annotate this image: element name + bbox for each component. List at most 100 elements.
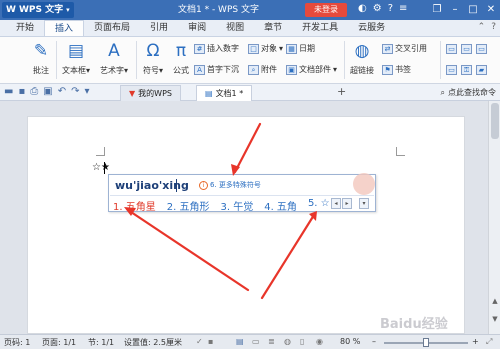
ribbon-insert: ✎ 批注 ▤ 文本框▾ A 艺术字▾ Ω 符号▾ π 公式 # 插入数字 □ 对… [0,37,500,84]
view-page-icon[interactable]: ▤ [236,337,244,346]
new-tab-button[interactable]: + [337,85,346,98]
print-icon[interactable]: ⎙ [30,86,38,97]
zoom-slider-knob[interactable] [423,338,429,347]
redo-icon[interactable]: ↷ [71,86,79,97]
date-button[interactable]: ▦ 日期 [286,42,315,55]
tab-developer[interactable]: 开发工具 [292,20,348,36]
page-number-icon[interactable]: ▭ [476,43,487,54]
wordart-icon: A [108,41,120,61]
skin-icon[interactable]: ◐ [358,3,367,14]
status-setting[interactable]: 设置值: 2.5厘米 [124,337,182,348]
drop-cap-icon: A [194,64,205,75]
wordart-button[interactable]: A 艺术字▾ [100,40,128,76]
preview-icon[interactable]: ▣ [43,86,52,97]
zoom-out-icon[interactable]: – [372,337,376,346]
command-search[interactable]: ⌕ 点此查找命令 [441,87,496,98]
object-button[interactable]: □ 对象 ▾ [248,42,283,55]
tab-home[interactable]: 开始 [6,20,44,36]
restore-icon[interactable]: ❐ [428,0,446,20]
bookmark-button[interactable]: ⚑ 书签 [382,63,411,76]
chevron-down-icon: ▾ [66,6,70,14]
maximize-icon[interactable]: □ [464,0,482,20]
pi-icon: π [175,41,187,61]
window-controls: ❐ – □ ✕ [428,0,500,20]
hyperlink-button[interactable]: ◍ 超链接 [350,40,374,76]
cross-ref-button[interactable]: ⇄ 交叉引用 [382,42,427,55]
prev-page-icon[interactable]: ◂ [331,198,341,209]
symbol-button[interactable]: Ω 符号▾ [142,40,164,76]
drop-cap-button[interactable]: A 首字下沉 [194,63,239,76]
scroll-down-icon[interactable]: ▼ [489,315,500,323]
zoom-level[interactable]: 80 % [340,337,360,346]
tab-references[interactable]: 引用 [140,20,178,36]
tab-my-wps[interactable]: ▼ 我的WPS [120,85,181,101]
object-icon: □ [248,43,259,54]
menu-icon[interactable]: ≡ [399,3,407,14]
open-folder-icon[interactable]: ▬ [4,86,13,97]
candidate-item[interactable]: 5. ☆ [308,198,330,213]
window-title: 文档1 * - WPS 文字 [178,5,259,15]
tab-review[interactable]: 审阅 [178,20,216,36]
footer-icon[interactable]: ▭ [461,43,472,54]
ribbon-tabs: 开始 插入 页面布局 引用 审阅 视图 章节 开发工具 云服务 [0,20,500,37]
candidate-item[interactable]: 2. 五角形 [167,198,210,213]
quick-access-icons: ▬ ▪ ⎙ ▣ ↶ ↷ ▾ [4,86,90,97]
view-read-icon[interactable]: ▯ [300,337,304,346]
doc-icon: ▤ [205,89,213,98]
eraser-icon[interactable]: ▰ [476,64,487,75]
help-icon[interactable]: ? [491,22,496,32]
title-bar: W WPS 文字 ▾ 文档1 * - WPS 文字 未登录 ◐ ⚙ ? ≡ ❐ … [0,0,500,20]
status-track-icon[interactable]: ▪ [208,337,213,346]
tab-sections[interactable]: 章节 [254,20,292,36]
tab-view[interactable]: 视图 [216,20,254,36]
more-symbols-hint[interactable]: i 6. 更多特殊符号 [199,180,261,190]
tab-cloud[interactable]: 云服务 [348,20,395,36]
tab-document[interactable]: ▤ 文档1 * [196,85,253,101]
collapse-ribbon-icon[interactable]: ⌃ [478,22,486,32]
textbox-button[interactable]: ▤ 文本框▾ [62,40,90,76]
customize-icon[interactable]: ▾ [84,86,89,97]
formula-button[interactable]: π 公式 [170,40,192,76]
comment-button[interactable]: ✎ 批注 [30,40,52,76]
candidate-item[interactable]: 4. 五角 [264,198,297,213]
login-button[interactable]: 未登录 [305,3,347,17]
app-menu-button[interactable]: W WPS 文字 ▾ [2,2,74,18]
cross-ref-icon: ⇄ [382,43,393,54]
settings-icon[interactable]: ⚙ [373,3,382,14]
quick-access-bar: ▬ ▪ ⎙ ▣ ↶ ↷ ▾ ▼ 我的WPS ▤ 文档1 * + ⌕ 点此查找命令 [0,84,500,101]
info-icon: i [199,180,208,190]
view-outline-icon[interactable]: ≣ [268,337,275,346]
header-icon[interactable]: ▭ [446,43,457,54]
zoom-in-icon[interactable]: + [472,337,479,346]
candidate-item[interactable]: 3. 午觉 [220,198,253,213]
status-spellcheck-icon[interactable]: ✓ [196,337,203,346]
vertical-scrollbar[interactable]: ▲ ▼ [488,101,500,334]
view-fullscreen-icon[interactable]: ▭ [252,337,260,346]
attachment-icon: ⌕ [248,64,259,75]
doc-parts-button[interactable]: ▣ 文档部件 ▾ [286,63,337,76]
next-page-icon[interactable]: ▸ [342,198,352,209]
help-icon[interactable]: ? [388,3,393,14]
fit-icon[interactable]: ⤢ [486,337,492,347]
status-page-number: 页码: 1 [4,338,31,347]
save-icon[interactable]: ▪ [18,86,25,97]
bookmark-icon: ⚑ [382,64,393,75]
watermark-icon[interactable]: ▭ [446,64,457,75]
tab-insert[interactable]: 插入 [44,20,85,36]
divider [136,41,137,79]
app-name: WPS 文字 [18,5,64,15]
tabs-right-icons: ⌃ ? [478,22,496,32]
insert-number-button[interactable]: # 插入数字 [194,42,239,55]
lock-icon[interactable]: ⚿ [461,64,472,75]
candidate-item[interactable]: 1. 五角星 [113,198,156,213]
close-icon[interactable]: ✕ [482,0,500,20]
expand-candidates-icon[interactable]: ▾ [359,198,369,209]
view-web-icon[interactable]: ◍ [284,337,291,346]
attachment-button[interactable]: ⌕ 附件 [248,63,277,76]
undo-icon[interactable]: ↶ [58,86,66,97]
tab-page-layout[interactable]: 页面布局 [84,20,140,36]
view-eye-icon[interactable]: ◉ [316,337,323,346]
scroll-up-icon[interactable]: ▲ [489,297,500,305]
minimize-icon[interactable]: – [446,0,464,20]
scroll-thumb[interactable] [491,103,499,139]
